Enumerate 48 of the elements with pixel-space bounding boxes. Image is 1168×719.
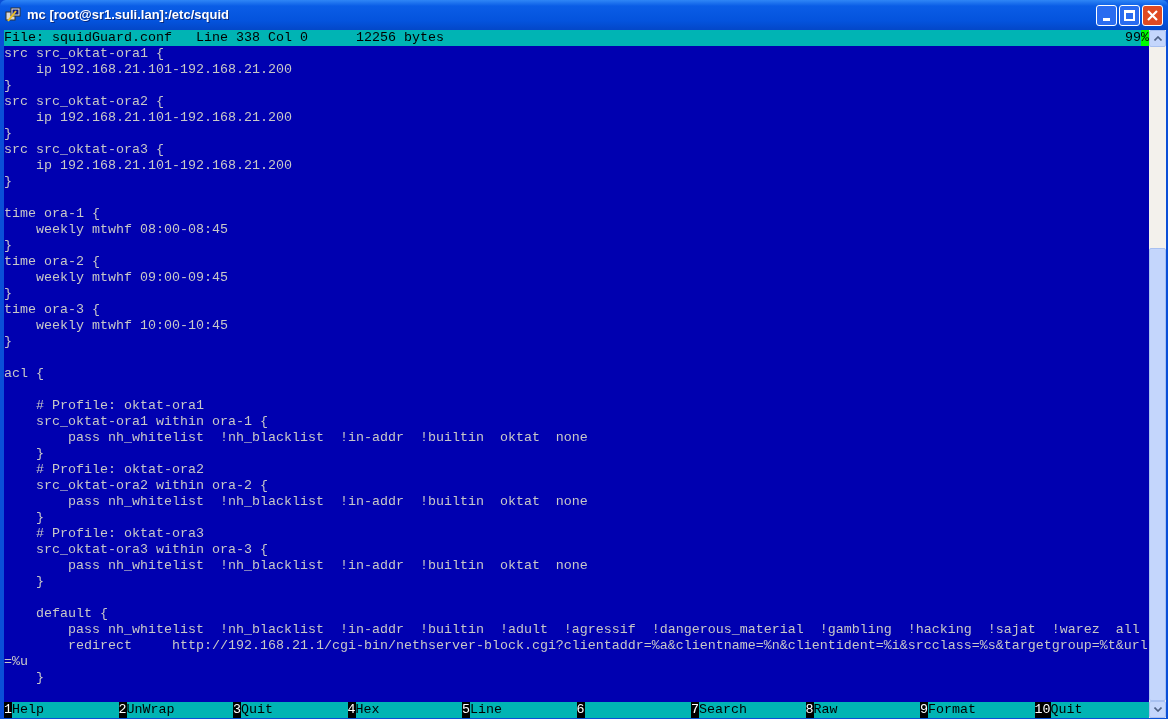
code-line: # Profile: oktat-ora1: [35, 398, 204, 413]
code-line: acl {: [4, 366, 44, 381]
code-line: time ora-3 {: [4, 302, 100, 317]
code-line: default {: [35, 606, 108, 621]
code-line: src_oktat-ora1 within ora-1 {: [35, 414, 268, 429]
code-line: redirect http://192.168.21.1/cgi-bin/nethserver-block.cgi?clientaddr=%a&clientname=%n&clientident=%i&srcclass=%s&targetgroup=%t&url: [67, 638, 1148, 653]
code-line: }: [35, 574, 44, 589]
code-line: ip 192.168.21.101-192.168.21.200: [35, 158, 292, 173]
code-line: weekly mtwhf 08:00-08:45: [35, 222, 228, 237]
code-line: time ora-1 {: [4, 206, 100, 221]
code-line: }: [4, 238, 12, 253]
code-line: }: [4, 78, 12, 93]
function-key[interactable]: 6: [576, 702, 691, 718]
code-line: src_oktat-ora3 within ora-3 {: [35, 542, 268, 557]
code-line: }: [4, 286, 12, 301]
code-line: }: [4, 174, 12, 189]
window-title: mc [root@sr1.suli.lan]:/etc/squid: [27, 6, 229, 25]
code-line: src src_oktat-ora2 {: [4, 94, 164, 109]
code-line: }: [35, 446, 44, 461]
code-line: pass nh_whitelist !nh_blacklist !in-addr !builtin oktat none: [67, 494, 588, 509]
code-line: pass nh_whitelist !nh_blacklist !in-addr !builtin !adult !agressif !dangerous_material !gambling !hacking !sajat !warez all: [67, 622, 1140, 637]
code-line: src_oktat-ora2 within ora-2 {: [35, 478, 268, 493]
function-key[interactable]: 1Help: [4, 702, 119, 718]
code-line: src src_oktat-ora1 {: [4, 46, 164, 61]
code-line: }: [4, 334, 12, 349]
code-line: src src_oktat-ora3 {: [4, 142, 164, 157]
code-line: =%u: [4, 654, 28, 669]
code-line: }: [35, 670, 44, 685]
code-line: # Profile: oktat-ora3: [35, 526, 204, 541]
code-line: weekly mtwhf 09:00-09:45: [35, 270, 228, 285]
function-key[interactable]: 8Raw: [805, 702, 920, 718]
code-line: }: [4, 126, 12, 141]
function-key[interactable]: 10Quit: [1034, 702, 1149, 718]
code-line: weekly mtwhf 10:00-10:45: [35, 318, 228, 333]
function-key[interactable]: 9Format: [920, 702, 1035, 718]
function-key[interactable]: 7Search: [691, 702, 806, 718]
code-line: pass nh_whitelist !nh_blacklist !in-addr !builtin oktat none: [67, 558, 588, 573]
function-key[interactable]: 5Line: [462, 702, 577, 718]
code-line: }: [35, 510, 44, 525]
function-key[interactable]: 4Hex: [347, 702, 462, 718]
code-line: pass nh_whitelist !nh_blacklist !in-addr !builtin oktat none: [67, 430, 588, 445]
code-line: # Profile: oktat-ora2: [35, 462, 204, 477]
code-line: time ora-2 {: [4, 254, 100, 269]
function-key[interactable]: 3Quit: [233, 702, 348, 718]
function-key[interactable]: 2UnWrap: [118, 702, 233, 718]
file-info: File: squidGuard.conf Line 338 Col 0 12256 bytes: [4, 30, 444, 46]
code-line: ip 192.168.21.101-192.168.21.200: [35, 110, 292, 125]
code-line: ip 192.168.21.101-192.168.21.200: [35, 62, 292, 77]
